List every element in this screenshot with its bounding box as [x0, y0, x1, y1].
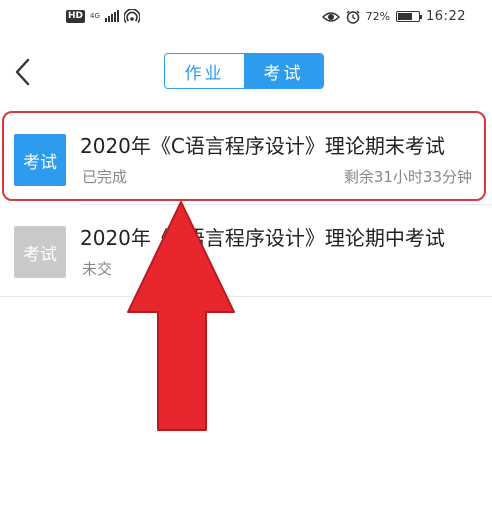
tab-exam[interactable]: 考试 [244, 54, 323, 88]
exam-remaining-time: 剩余31小时33分钟 [343, 168, 472, 186]
status-bar: HD 4G 72% 16:22 [0, 0, 492, 34]
exam-title: 2020年《C语言程序设计》理论期末考试 [80, 134, 445, 158]
back-button[interactable] [12, 57, 34, 87]
exam-status: 未交 [82, 260, 113, 278]
status-right: 72% 16:22 [321, 9, 466, 24]
alarm-icon [346, 10, 360, 24]
clock: 16:22 [426, 9, 466, 24]
hotspot-icon [123, 9, 140, 23]
hd-badge: HD [66, 9, 86, 23]
battery-percent: 72% [365, 10, 391, 23]
tab-homework[interactable]: 作业 [165, 54, 244, 88]
exam-badge: 考试 [14, 226, 66, 278]
list-divider [0, 296, 492, 297]
tab-switcher: 作业 考试 [164, 53, 324, 89]
exam-badge: 考试 [14, 134, 66, 186]
status-left: HD 4G [66, 9, 140, 23]
battery-fill [398, 13, 413, 20]
signal-icon [104, 10, 119, 22]
exam-status: 已完成 [82, 168, 128, 186]
battery-icon [396, 11, 423, 22]
eye-icon [321, 11, 340, 22]
network-type: 4G [90, 11, 100, 20]
arrow-up-icon [127, 201, 235, 431]
exam-item-midterm[interactable]: 考试 2020年《C语言程序设计》理论期中考试 未交 [0, 202, 492, 294]
exam-item-final[interactable]: 考试 2020年《C语言程序设计》理论期末考试 已完成 剩余31小时33分钟 [0, 110, 492, 202]
chevron-left-icon [15, 58, 30, 86]
